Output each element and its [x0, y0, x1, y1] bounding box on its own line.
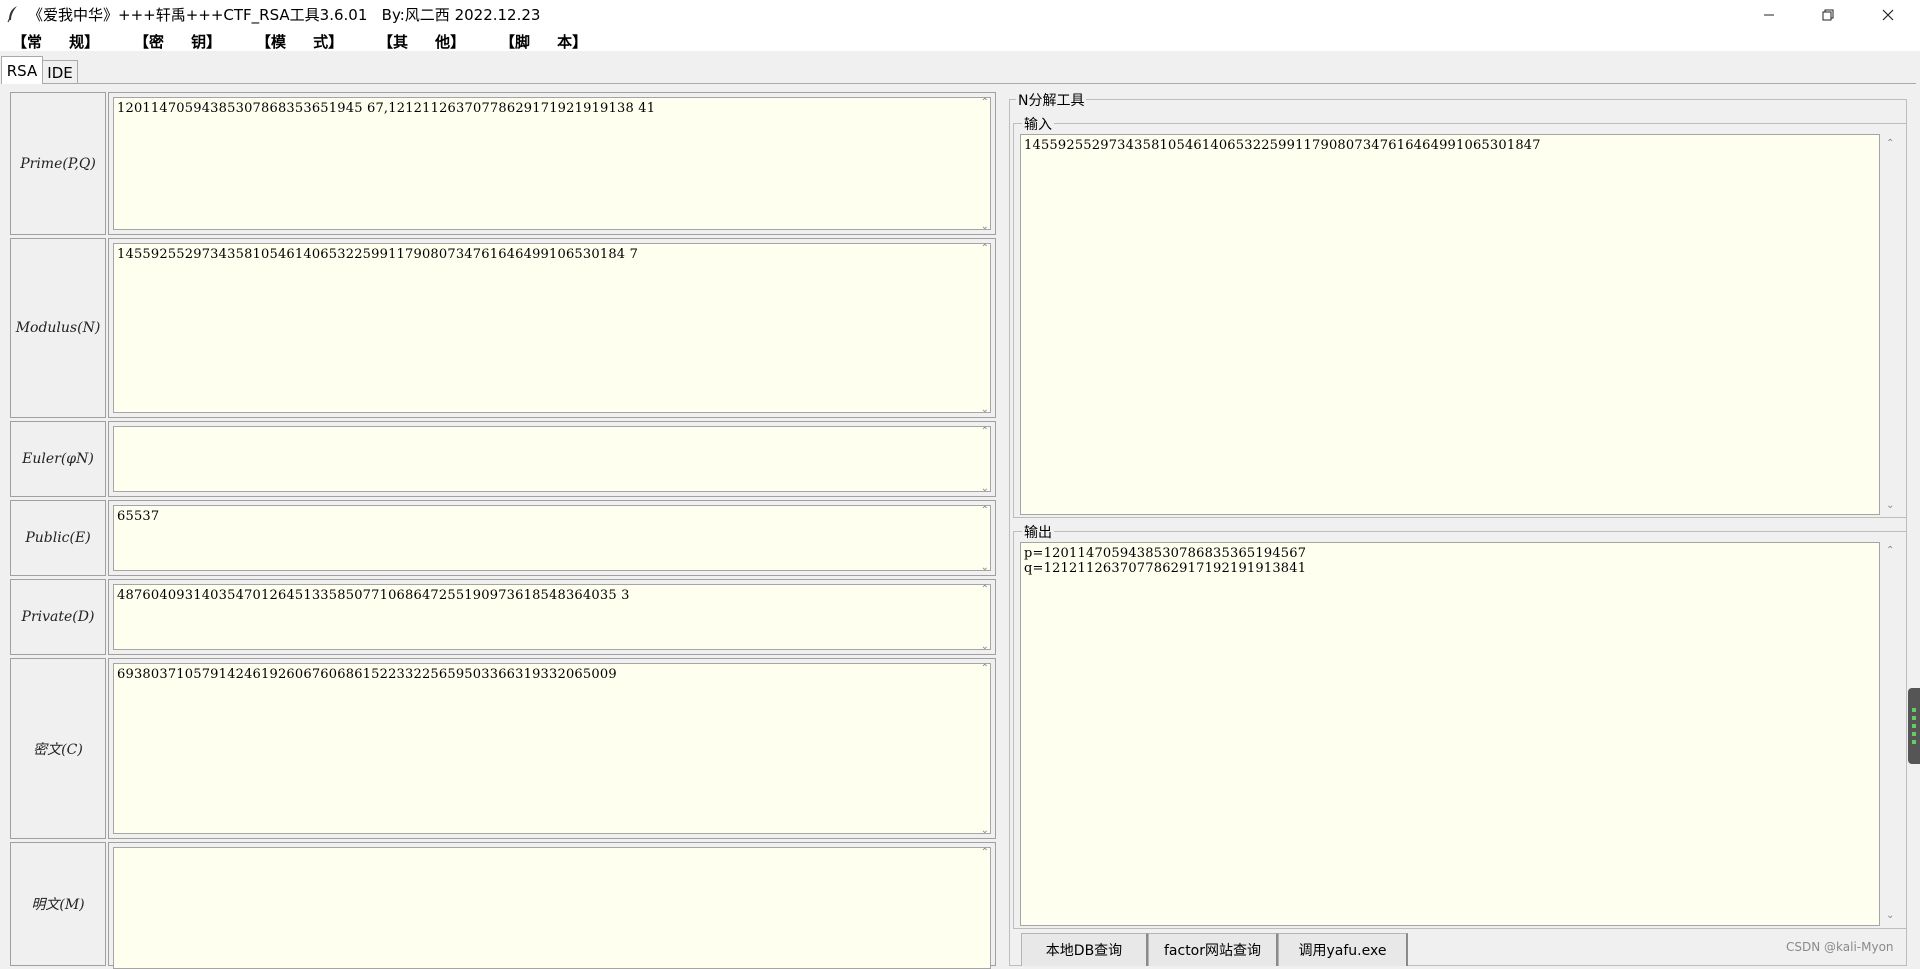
scroll-down-icon[interactable]: ⌄	[1886, 910, 1894, 921]
prime-label: Prime(P,Q)	[10, 92, 106, 235]
scroll-up-icon[interactable]: ⌃	[981, 505, 989, 516]
factor-input-field[interactable]: 1455925529734358105461406532259911790807…	[1020, 134, 1880, 515]
prime-field[interactable]: 12011470594385307868353651945 67,1212112…	[113, 97, 991, 230]
close-icon	[1882, 9, 1894, 20]
row-private: Private(D) 48760409314035470126451335850…	[10, 579, 996, 655]
plaintext-field[interactable]	[113, 847, 991, 969]
modulus-field[interactable]: 1455925529734358105461406532259911790807…	[113, 243, 991, 413]
feather-icon	[7, 6, 17, 23]
prime-box: 12011470594385307868353651945 67,1212112…	[108, 92, 996, 235]
close-button[interactable]	[1860, 0, 1916, 29]
factor-tool-title: N分解工具	[1016, 90, 1087, 110]
scroll-down-icon[interactable]: ⌄	[1886, 500, 1894, 511]
private-label: Private(D)	[10, 579, 106, 655]
scroll-down-icon[interactable]: ⌄	[981, 483, 989, 494]
public-field[interactable]: 65537	[113, 505, 991, 571]
euler-label: Euler(φN)	[10, 421, 106, 497]
scroll-down-icon[interactable]: ⌄	[981, 825, 989, 836]
plaintext-box: ⌃	[108, 842, 996, 969]
factor-output-field[interactable]: p=1201147059438530786835365194567 q=1212…	[1020, 542, 1880, 926]
row-modulus: Modulus(N) 14559255297343581054614065322…	[10, 238, 996, 418]
output-line-p: p=1201147059438530786835365194567	[1024, 546, 1307, 561]
scroll-up-icon[interactable]: ⌃	[1886, 138, 1894, 149]
tab-ide[interactable]: IDE	[42, 60, 78, 84]
row-euler: Euler(φN) ⌃ ⌄	[10, 421, 996, 497]
watermark: CSDN @kali-Myon	[1786, 940, 1894, 954]
euler-box: ⌃ ⌄	[108, 421, 996, 497]
ciphertext-box: 6938037105791424619260676068615223322565…	[108, 658, 996, 839]
private-field[interactable]: 4876040931403547012645133585077106864725…	[113, 584, 991, 650]
scroll-up-icon[interactable]: ⌃	[981, 97, 989, 108]
scroll-up-icon[interactable]: ⌃	[981, 584, 989, 595]
scroll-up-icon[interactable]: ⌃	[981, 243, 989, 254]
scroll-up-icon[interactable]: ⌃	[981, 847, 989, 858]
row-public: Public(E) 65537 ⌃ ⌄	[10, 500, 996, 576]
minimize-icon	[1764, 14, 1774, 15]
run-yafu-button[interactable]: 调用yafu.exe	[1278, 933, 1408, 966]
restore-icon	[1822, 9, 1834, 20]
title-bar: 《爱我中华》+++轩禹+++CTF_RSA工具3.6.01 By:风二西 202…	[0, 0, 1920, 29]
public-box: 65537 ⌃ ⌄	[108, 500, 996, 576]
scroll-down-icon[interactable]: ⌄	[981, 221, 989, 232]
local-db-query-button[interactable]: 本地DB查询	[1021, 933, 1148, 966]
menu-script[interactable]: 【脚 本】	[500, 31, 587, 52]
scroll-up-icon[interactable]: ⌃	[981, 663, 989, 674]
row-prime: Prime(P,Q) 12011470594385307868353651945…	[10, 92, 996, 235]
menu-key[interactable]: 【密 钥】	[134, 31, 221, 52]
scroll-down-icon[interactable]: ⌄	[981, 641, 989, 652]
side-widget-icon[interactable]	[1908, 688, 1920, 764]
scroll-up-icon[interactable]: ⌃	[1886, 545, 1894, 556]
private-box: 4876040931403547012645133585077106864725…	[108, 579, 996, 655]
ciphertext-field[interactable]: 6938037105791424619260676068615223322565…	[113, 663, 991, 834]
restore-button[interactable]	[1800, 0, 1856, 29]
window-title: 《爱我中华》+++轩禹+++CTF_RSA工具3.6.01 By:风二西 202…	[28, 6, 541, 24]
factor-site-query-button[interactable]: factor网站查询	[1148, 933, 1278, 966]
scroll-down-icon[interactable]: ⌄	[981, 404, 989, 415]
public-label: Public(E)	[10, 500, 106, 576]
menu-other[interactable]: 【其 他】	[378, 31, 465, 52]
menu-bar: 【常 规】 【密 钥】 【模 式】 【其 他】 【脚 本】	[0, 29, 1920, 51]
factor-output-title: 输出	[1022, 522, 1054, 542]
plaintext-label: 明文(M)	[10, 842, 106, 966]
row-ciphertext: 密文(C) 6938037105791424619260676068615223…	[10, 658, 996, 839]
menu-mode[interactable]: 【模 式】	[256, 31, 343, 52]
output-line-q: q=1212112637077862917192191913841	[1024, 561, 1307, 576]
modulus-label: Modulus(N)	[10, 238, 106, 418]
euler-field[interactable]	[113, 426, 991, 492]
ciphertext-label: 密文(C)	[10, 658, 106, 839]
tab-rsa[interactable]: RSA	[1, 56, 43, 84]
factor-input-title: 输入	[1022, 114, 1054, 134]
minimize-button[interactable]	[1741, 0, 1797, 29]
scroll-up-icon[interactable]: ⌃	[981, 426, 989, 437]
row-plaintext: 明文(M) ⌃	[10, 842, 996, 969]
scroll-down-icon[interactable]: ⌄	[981, 562, 989, 573]
menu-general[interactable]: 【常 规】	[12, 31, 99, 52]
modulus-box: 1455925529734358105461406532259911790807…	[108, 238, 996, 418]
